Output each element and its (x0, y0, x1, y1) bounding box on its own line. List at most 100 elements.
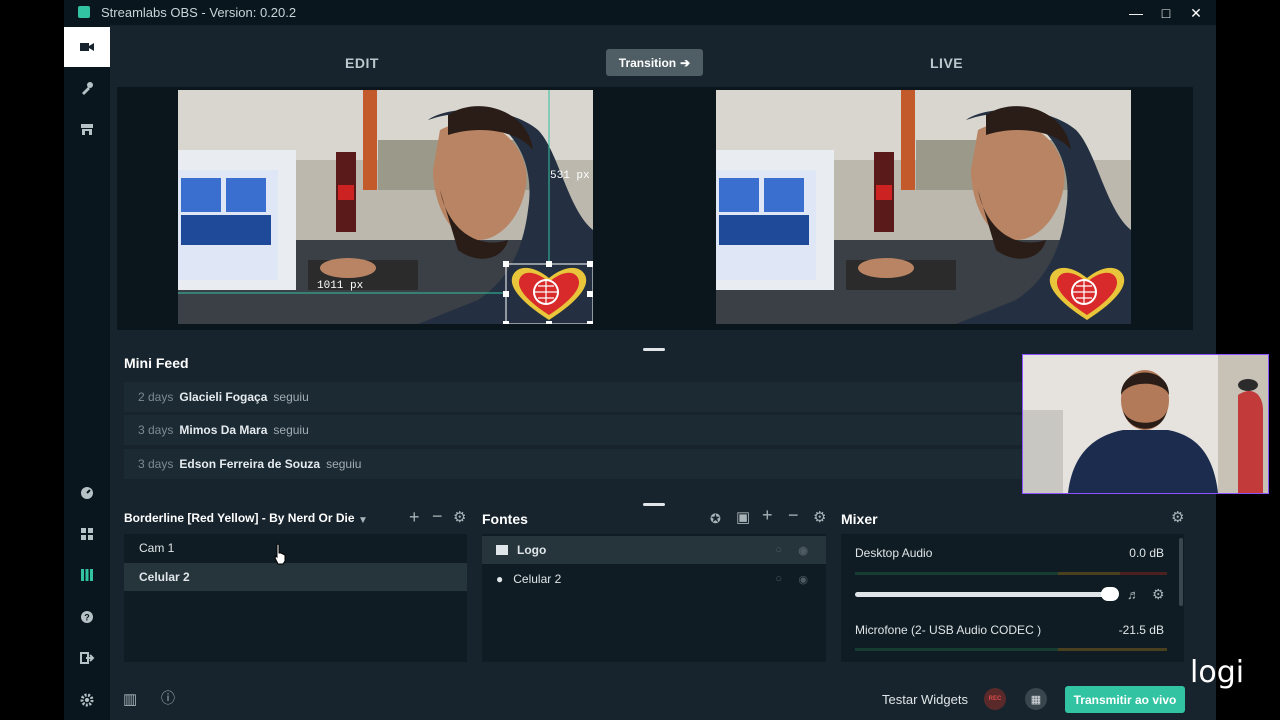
mixer-panel: Desktop Audio 0.0 dB ♬ ⚙ Microfone (2- U… (841, 534, 1184, 662)
rec-button[interactable]: REC (984, 688, 1006, 710)
source-item-selected[interactable]: Logo ○ ◉ (482, 536, 826, 564)
nav-layout[interactable] (64, 514, 110, 554)
live-scene-image (716, 90, 1131, 324)
scene-settings-gear-icon[interactable]: ⚙ (453, 510, 466, 525)
webcam-overlay (1022, 354, 1269, 494)
go-live-button[interactable]: Transmitir ao vivo (1065, 686, 1185, 713)
mixer-scrollbar[interactable] (1179, 538, 1183, 606)
performance-chart-icon[interactable]: ▥ (123, 692, 137, 707)
resize-handle-top[interactable] (643, 348, 665, 351)
globe-icon: ● (496, 572, 504, 586)
mixer-title: Mixer (841, 511, 878, 527)
channel-settings-gear-icon[interactable]: ⚙ (1152, 587, 1165, 602)
add-scene-button[interactable]: + (409, 508, 420, 526)
nav-logout[interactable] (64, 638, 110, 678)
gear-icon (80, 693, 94, 707)
live-label: LIVE (930, 55, 964, 71)
source-item-label: Logo (517, 543, 547, 557)
volume-slider-thumb[interactable] (1101, 587, 1119, 601)
schedule-calendar-icon[interactable]: ▦ (1025, 688, 1047, 710)
edit-label: EDIT (345, 55, 379, 71)
svg-text:?: ? (84, 613, 90, 623)
title-bar: Streamlabs OBS - Version: 0.20.2 — □ ✕ (64, 0, 1216, 25)
nav-studio-mode[interactable] (64, 555, 110, 595)
scene-image (178, 90, 593, 324)
logi-watermark: logi (1190, 655, 1245, 690)
edit-preview[interactable]: 531 px 1011 px (178, 90, 593, 324)
grid-icon (81, 528, 93, 540)
audio-channel-name: Desktop Audio (855, 546, 933, 560)
feed-user: Edson Ferreira de Souza (179, 457, 321, 471)
minimize-button[interactable]: — (1124, 3, 1148, 23)
eye-icon[interactable]: ◉ (798, 573, 808, 586)
transition-label: Transition (618, 55, 677, 70)
image-icon (496, 545, 508, 555)
store-icon (81, 124, 93, 135)
left-sidebar: ? (64, 25, 110, 720)
webcam-image (1023, 355, 1268, 493)
arrow-right-icon: ➔ (680, 55, 691, 70)
feed-action: seguiu (273, 390, 309, 404)
feed-event[interactable]: 2 days Glacieli Fogaça seguiu (124, 382, 1079, 412)
logout-icon (80, 652, 95, 664)
feed-age: 3 days (138, 423, 174, 437)
hand-cursor-icon (274, 543, 286, 565)
transition-button[interactable]: Transition ➔ (606, 49, 703, 76)
remove-scene-button[interactable]: − (432, 507, 443, 525)
source-item[interactable]: ● Celular 2 ○ ◉ (482, 565, 826, 593)
scene-item[interactable]: Cam 1 (124, 534, 467, 562)
lock-icon[interactable]: ○ (775, 544, 782, 556)
live-preview (716, 90, 1131, 324)
nav-store[interactable] (64, 109, 110, 149)
feed-age: 2 days (138, 390, 174, 404)
test-widgets-button[interactable]: Testar Widgets (882, 692, 968, 707)
add-source-button[interactable]: + (762, 506, 773, 524)
scene-item-label: Celular 2 (139, 570, 190, 584)
feed-user: Mimos Da Mara (179, 423, 268, 437)
feed-action: seguiu (273, 423, 309, 437)
filter-icon[interactable]: ✪ (710, 511, 721, 526)
camera-icon (80, 43, 94, 51)
width-measure: 1011 px (317, 280, 364, 292)
go-live-label: Transmitir ao vivo (1073, 692, 1177, 707)
volume-meter (855, 572, 1167, 575)
nav-settings[interactable] (64, 680, 110, 720)
mini-feed-title: Mini Feed (124, 355, 189, 371)
speaker-icon[interactable]: ♬ (1127, 587, 1140, 602)
columns-icon (81, 569, 93, 581)
resize-handle-bottom[interactable] (643, 503, 665, 506)
nav-dashboard[interactable] (64, 473, 110, 513)
scene-item-selected[interactable]: Celular 2 (124, 563, 467, 591)
feed-event[interactable]: 3 days Mimos Da Mara seguiu (124, 415, 1079, 445)
height-measure: 531 px (550, 170, 590, 182)
nav-themes[interactable] (64, 68, 110, 108)
info-icon[interactable]: ⓘ (161, 691, 175, 706)
volume-slider[interactable] (855, 592, 1111, 597)
source-settings-gear-icon[interactable]: ⚙ (813, 510, 826, 525)
maximize-button[interactable]: □ (1154, 3, 1178, 23)
dashboard-icon (81, 487, 93, 499)
nav-studio-editor[interactable] (64, 27, 110, 67)
mixer-settings-gear-icon[interactable]: ⚙ (1171, 510, 1184, 525)
eye-icon[interactable]: ◉ (798, 544, 808, 557)
help-icon: ? (81, 611, 93, 623)
scene-item-label: Cam 1 (139, 541, 175, 555)
audio-channel-value: 0.0 dB (1129, 546, 1164, 560)
nav-help[interactable]: ? (64, 597, 110, 637)
sources-title: Fontes (482, 511, 528, 527)
app-logo-icon (78, 6, 90, 18)
close-button[interactable]: ✕ (1184, 3, 1208, 23)
audio-channel-value: -21.5 dB (1118, 623, 1164, 637)
scene-collection-name[interactable]: Borderline [Red Yellow] - By Nerd Or Die (124, 511, 355, 525)
feed-age: 3 days (138, 457, 174, 471)
feed-event[interactable]: 3 days Edson Ferreira de Souza seguiu (124, 449, 1079, 479)
audio-channel-name: Microfone (2- USB Audio CODEC ) (855, 623, 1042, 637)
remove-source-button[interactable]: − (788, 506, 799, 524)
sources-list: Logo ○ ◉ ● Celular 2 ○ ◉ (482, 534, 826, 662)
source-item-label: Celular 2 (513, 572, 562, 586)
feed-user: Glacieli Fogaça (179, 390, 268, 404)
feed-action: seguiu (326, 457, 362, 471)
lock-icon[interactable]: ○ (775, 573, 782, 585)
folder-add-icon[interactable]: ▣ (736, 510, 750, 525)
chevron-down-icon[interactable]: ▼ (358, 513, 368, 528)
